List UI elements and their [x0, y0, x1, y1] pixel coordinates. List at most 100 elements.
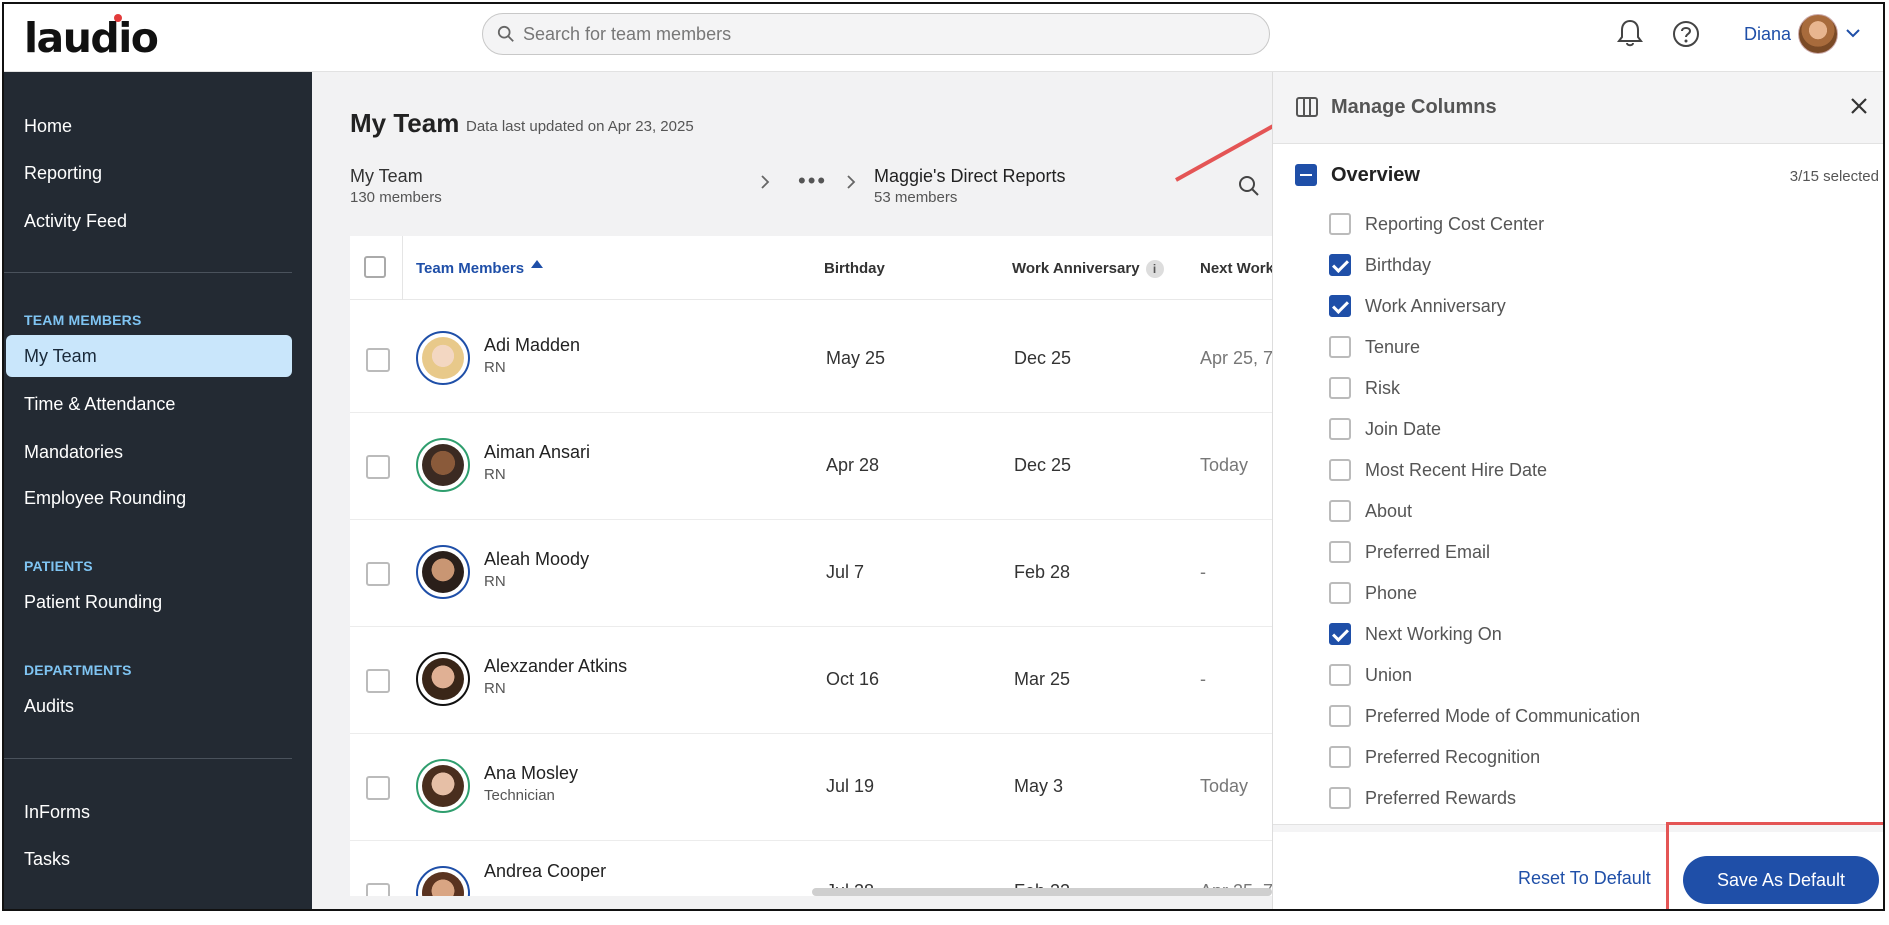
member-role: RN [484, 359, 506, 376]
column-option-checkbox[interactable] [1329, 664, 1351, 686]
column-birthday[interactable]: Birthday [824, 260, 885, 277]
column-option[interactable]: Join Date [1329, 413, 1869, 445]
member-role: RN [484, 573, 506, 590]
column-option-checkbox[interactable] [1329, 582, 1351, 604]
table-row[interactable]: Ana Mosley Technician Jul 19 May 3 Today [350, 734, 1272, 841]
sidebar-item-reporting[interactable]: Reporting [24, 163, 102, 184]
member-name[interactable]: Aiman Ansari [484, 442, 590, 463]
sidebar-item-informs[interactable]: InForms [24, 802, 90, 823]
column-option-label: Work Anniversary [1365, 296, 1506, 316]
chevron-down-icon[interactable] [1844, 24, 1862, 42]
search-input[interactable] [523, 14, 1253, 54]
sidebar-item-time-attendance[interactable]: Time & Attendance [24, 394, 175, 415]
column-option[interactable]: Phone [1329, 577, 1869, 609]
member-name[interactable]: Andrea Cooper [484, 861, 606, 882]
column-option[interactable]: Risk [1329, 372, 1869, 404]
table-row[interactable]: Alexzander Atkins RN Oct 16 Mar 25 - [350, 627, 1272, 734]
anniversary-cell: May 3 [1014, 776, 1064, 796]
anniversary-cell: Feb 28 [1014, 562, 1071, 582]
close-icon[interactable] [1849, 96, 1869, 116]
sidebar-item-home[interactable]: Home [24, 116, 72, 137]
column-option[interactable]: Preferred Rewards [1329, 782, 1869, 814]
column-option[interactable]: Preferred Mode of Communication [1329, 700, 1869, 732]
column-option-checkbox[interactable] [1329, 336, 1351, 358]
table-row[interactable]: Aleah Moody RN Jul 7 Feb 28 - [350, 520, 1272, 627]
birthday-cell: Apr 28 [826, 455, 880, 475]
top-bar: laudio Diana [4, 4, 1883, 72]
column-option-checkbox[interactable] [1329, 213, 1351, 235]
column-option[interactable]: Reporting Cost Center [1329, 208, 1869, 240]
column-option-checkbox[interactable] [1329, 418, 1351, 440]
member-name[interactable]: Aleah Moody [484, 549, 589, 570]
horizontal-scrollbar[interactable] [812, 888, 1272, 896]
breadcrumb-ellipsis[interactable]: ••• [798, 168, 827, 194]
anniversary-cell: Dec 25 [1014, 348, 1072, 368]
next-working-cell: Today [1200, 776, 1249, 796]
column-option-label: Preferred Email [1365, 542, 1491, 562]
column-work-anniversary[interactable]: Work Anniversary i [1012, 260, 1164, 278]
column-option-checkbox[interactable] [1329, 787, 1351, 809]
column-option-checkbox[interactable] [1329, 746, 1351, 768]
column-option[interactable]: Next Working On [1329, 618, 1869, 650]
table-header: Team Members Birthday Work Anniversary i … [350, 236, 1272, 300]
table-row[interactable]: Adi Madden RN May 25 Dec 25 Apr 25, 7: [350, 306, 1272, 413]
column-option[interactable]: Union [1329, 659, 1869, 691]
column-option[interactable]: Preferred Email [1329, 536, 1869, 568]
row-checkbox[interactable] [366, 883, 390, 896]
sidebar-item-activity-feed[interactable]: Activity Feed [24, 211, 127, 232]
user-avatar[interactable] [1798, 14, 1838, 54]
row-checkbox[interactable] [366, 562, 390, 586]
column-team-members[interactable]: Team Members [416, 260, 524, 277]
sidebar-item-tasks[interactable]: Tasks [24, 849, 70, 870]
help-icon[interactable] [1672, 20, 1700, 48]
row-checkbox[interactable] [366, 455, 390, 479]
overview-group-title: Overview [1331, 164, 1420, 186]
laudio-logo[interactable]: laudio [24, 14, 159, 62]
info-icon[interactable]: i [1145, 260, 1164, 278]
row-checkbox[interactable] [366, 348, 390, 372]
sidebar-item-employee-rounding[interactable]: Employee Rounding [24, 488, 186, 509]
sidebar-divider [4, 272, 292, 273]
select-all-checkbox[interactable] [364, 256, 386, 278]
column-option-checkbox[interactable] [1329, 254, 1351, 276]
member-role: Technician [484, 787, 555, 804]
column-option[interactable]: Work Anniversary [1329, 290, 1869, 322]
row-checkbox[interactable] [366, 669, 390, 693]
birthday-cell: Jul 19 [826, 776, 875, 796]
sort-ascending-icon[interactable] [530, 258, 544, 272]
sidebar-item-patient-rounding[interactable]: Patient Rounding [24, 592, 162, 613]
column-option-checkbox[interactable] [1329, 705, 1351, 727]
member-name[interactable]: Adi Madden [484, 335, 580, 356]
column-option[interactable]: Preferred Recognition [1329, 741, 1869, 773]
user-name[interactable]: Diana [1744, 24, 1791, 45]
column-option[interactable]: Most Recent Hire Date [1329, 454, 1869, 486]
column-option-checkbox[interactable] [1329, 377, 1351, 399]
column-option-checkbox[interactable] [1329, 623, 1351, 645]
sidebar-item-my-team[interactable]: My Team [6, 335, 292, 377]
search-bar[interactable] [482, 13, 1270, 55]
sidebar-item-audits[interactable]: Audits [24, 696, 74, 717]
breadcrumb-my-team[interactable]: My Team [350, 166, 423, 187]
column-option-checkbox[interactable] [1329, 541, 1351, 563]
sidebar-item-mandatories[interactable]: Mandatories [24, 442, 123, 463]
column-option[interactable]: Tenure [1329, 331, 1869, 363]
table-row[interactable]: Aiman Ansari RN Apr 28 Dec 25 Today [350, 413, 1272, 520]
column-option-label: About [1365, 501, 1413, 521]
member-name[interactable]: Alexzander Atkins [484, 656, 627, 677]
panel-title: Manage Columns [1331, 96, 1497, 118]
anniversary-cell: Mar 25 [1014, 669, 1071, 689]
column-option-checkbox[interactable] [1329, 459, 1351, 481]
member-name[interactable]: Ana Mosley [484, 763, 578, 784]
avatar [416, 438, 470, 492]
column-option-checkbox[interactable] [1329, 295, 1351, 317]
column-option[interactable]: About [1329, 495, 1869, 527]
overview-group-checkbox[interactable] [1295, 164, 1317, 186]
row-checkbox[interactable] [366, 776, 390, 800]
reset-to-default-button[interactable]: Reset To Default [1518, 868, 1651, 889]
bell-icon[interactable] [1616, 18, 1644, 48]
column-option-label: Birthday [1365, 255, 1432, 275]
column-next-working[interactable]: Next Worki [1200, 260, 1272, 277]
column-option-label: Preferred Rewards [1365, 788, 1517, 808]
column-option-checkbox[interactable] [1329, 500, 1351, 522]
column-option[interactable]: Birthday [1329, 249, 1869, 281]
